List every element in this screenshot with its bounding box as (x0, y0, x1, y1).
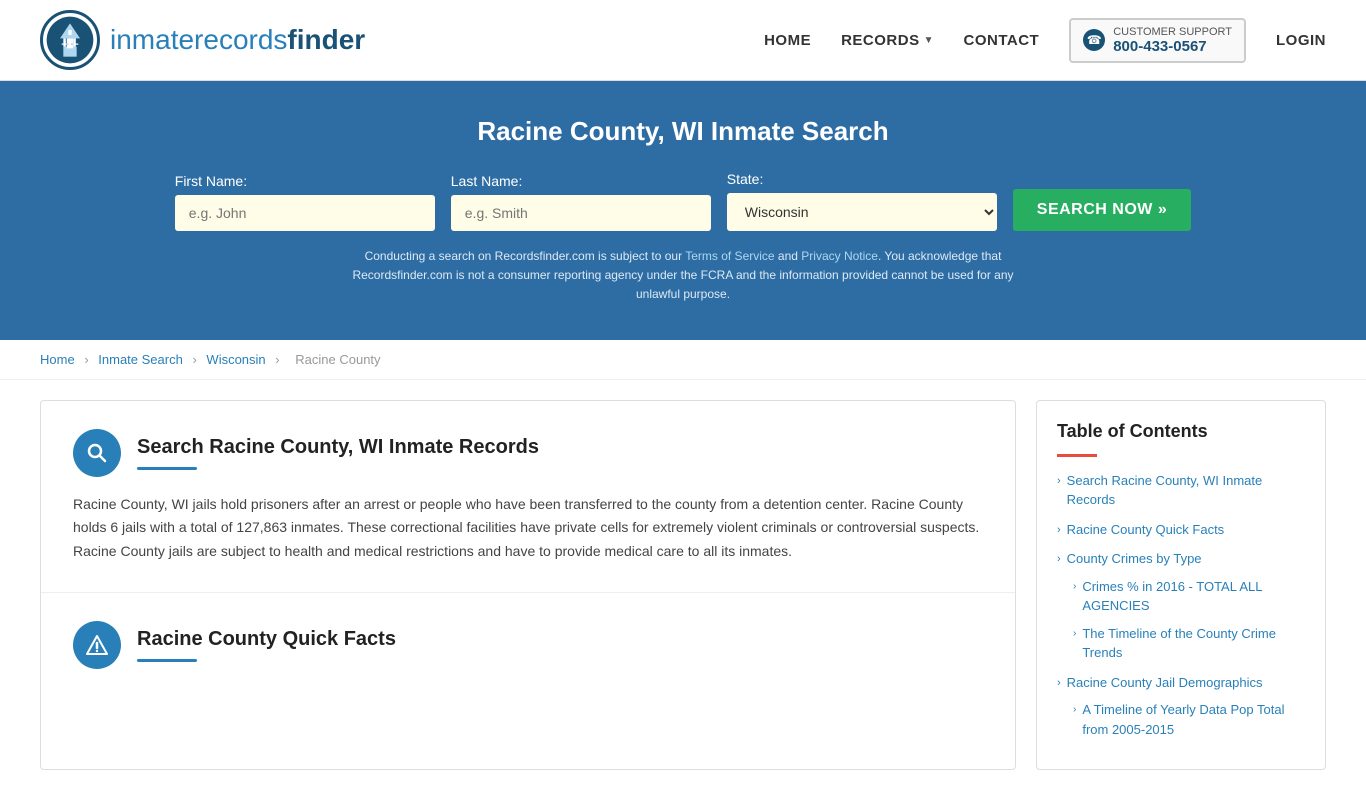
support-info: CUSTOMER SUPPORT 800-433-0567 (1113, 26, 1232, 55)
logo-text: inmaterecordsfinder (110, 24, 365, 56)
first-name-group: First Name: (175, 173, 435, 231)
search-form: First Name: Last Name: State: AlabamaAla… (40, 171, 1326, 231)
support-label: CUSTOMER SUPPORT (1113, 26, 1232, 38)
breadcrumb: Home › Inmate Search › Wisconsin › Racin… (0, 340, 1366, 380)
section-search-records: Search Racine County, WI Inmate Records … (41, 401, 1015, 593)
breadcrumb-state[interactable]: Wisconsin (206, 352, 265, 367)
headset-icon: ☎ (1083, 29, 1105, 51)
section-2-title-block: Racine County Quick Facts (137, 628, 396, 662)
section-1-underline (137, 467, 197, 470)
first-name-label: First Name: (175, 173, 247, 189)
nav-home[interactable]: HOME (764, 32, 811, 49)
section-1-title-block: Search Racine County, WI Inmate Records (137, 436, 539, 470)
state-select[interactable]: AlabamaAlaskaArizonaArkansasCaliforniaCo… (727, 193, 997, 231)
main-nav: HOME RECORDS ▼ CONTACT ☎ CUSTOMER SUPPOR… (764, 18, 1326, 63)
breadcrumb-sep-2: › (192, 352, 196, 367)
sidebar-toc: Table of Contents ›Search Racine County,… (1036, 400, 1326, 771)
section-2-title: Racine County Quick Facts (137, 628, 396, 651)
nav-contact[interactable]: CONTACT (964, 32, 1040, 49)
toc-sub-chevron-icon: › (1073, 579, 1076, 594)
state-group: State: AlabamaAlaskaArizonaArkansasCalif… (727, 171, 997, 231)
privacy-link[interactable]: Privacy Notice (801, 249, 878, 263)
section-quick-facts: Racine County Quick Facts (41, 593, 1015, 713)
breadcrumb-inmate-search[interactable]: Inmate Search (98, 352, 183, 367)
toc-item: ›Racine County Quick Facts (1057, 520, 1305, 540)
last-name-label: Last Name: (451, 173, 523, 189)
main-container: Search Racine County, WI Inmate Records … (0, 380, 1366, 790)
breadcrumb-sep-3: › (275, 352, 279, 367)
alert-icon (73, 621, 121, 669)
toc-divider (1057, 454, 1097, 457)
nav-records-wrapper[interactable]: RECORDS ▼ (841, 32, 933, 49)
toc-sub-item: ›Crimes % in 2016 - TOTAL ALL AGENCIES (1073, 577, 1305, 616)
toc-sub-list: ›Crimes % in 2016 - TOTAL ALL AGENCIES ›T… (1057, 577, 1305, 663)
toc-sub-item: ›A Timeline of Yearly Data Pop Total fro… (1073, 700, 1305, 739)
breadcrumb-sep-1: › (84, 352, 88, 367)
toc-chevron-icon: › (1057, 522, 1061, 539)
toc-sub-chevron-icon: › (1073, 626, 1076, 641)
section-1-body: Racine County, WI jails hold prisoners a… (73, 493, 983, 564)
site-header: inmaterecordsfinder HOME RECORDS ▼ CONTA… (0, 0, 1366, 81)
logo-icon (40, 10, 100, 70)
toc-chevron-icon: › (1057, 473, 1061, 490)
toc-sub-link[interactable]: ›Crimes % in 2016 - TOTAL ALL AGENCIES (1073, 577, 1305, 616)
toc-sub-chevron-icon: › (1073, 702, 1076, 717)
records-chevron-icon: ▼ (924, 35, 934, 46)
first-name-input[interactable] (175, 195, 435, 231)
hero-title: Racine County, WI Inmate Search (40, 116, 1326, 147)
toc-link[interactable]: ›Racine County Quick Facts (1057, 520, 1305, 540)
section-2-header: Racine County Quick Facts (73, 621, 983, 669)
toc-sub-item: ›The Timeline of the County Crime Trends (1073, 624, 1305, 663)
toc-item: ›County Crimes by Type ›Crimes % in 2016 … (1057, 549, 1305, 663)
breadcrumb-county: Racine County (295, 352, 380, 367)
customer-support-box[interactable]: ☎ CUSTOMER SUPPORT 800-433-0567 (1069, 18, 1246, 63)
terms-link[interactable]: Terms of Service (685, 249, 774, 263)
toc-sub-link[interactable]: ›The Timeline of the County Crime Trends (1073, 624, 1305, 663)
section-1-title: Search Racine County, WI Inmate Records (137, 436, 539, 459)
hero-section: Racine County, WI Inmate Search First Na… (0, 81, 1366, 340)
toc-sub-list: ›A Timeline of Yearly Data Pop Total fro… (1057, 700, 1305, 739)
search-now-button[interactable]: SEARCH NOW » (1013, 189, 1191, 231)
nav-records[interactable]: RECORDS (841, 32, 920, 49)
toc-item: ›Racine County Jail Demographics ›A Timel… (1057, 673, 1305, 740)
toc-link[interactable]: ›County Crimes by Type (1057, 549, 1305, 569)
nav-login[interactable]: LOGIN (1276, 32, 1326, 49)
toc-title: Table of Contents (1057, 421, 1305, 442)
toc-list: ›Search Racine County, WI Inmate Records… (1057, 471, 1305, 740)
logo-area: inmaterecordsfinder (40, 10, 365, 70)
toc-link[interactable]: ›Search Racine County, WI Inmate Records (1057, 471, 1305, 510)
last-name-input[interactable] (451, 195, 711, 231)
toc-chevron-icon: › (1057, 551, 1061, 568)
last-name-group: Last Name: (451, 173, 711, 231)
content-area: Search Racine County, WI Inmate Records … (40, 400, 1016, 771)
toc-link[interactable]: ›Racine County Jail Demographics (1057, 673, 1305, 693)
state-label: State: (727, 171, 764, 187)
section-1-header: Search Racine County, WI Inmate Records (73, 429, 983, 477)
toc-item: ›Search Racine County, WI Inmate Records (1057, 471, 1305, 510)
breadcrumb-home[interactable]: Home (40, 352, 75, 367)
disclaimer-text: Conducting a search on Recordsfinder.com… (333, 247, 1033, 305)
toc-sub-link[interactable]: ›A Timeline of Yearly Data Pop Total fro… (1073, 700, 1305, 739)
search-icon (73, 429, 121, 477)
toc-chevron-icon: › (1057, 675, 1061, 692)
support-phone: 800-433-0567 (1113, 38, 1232, 55)
section-2-underline (137, 659, 197, 662)
